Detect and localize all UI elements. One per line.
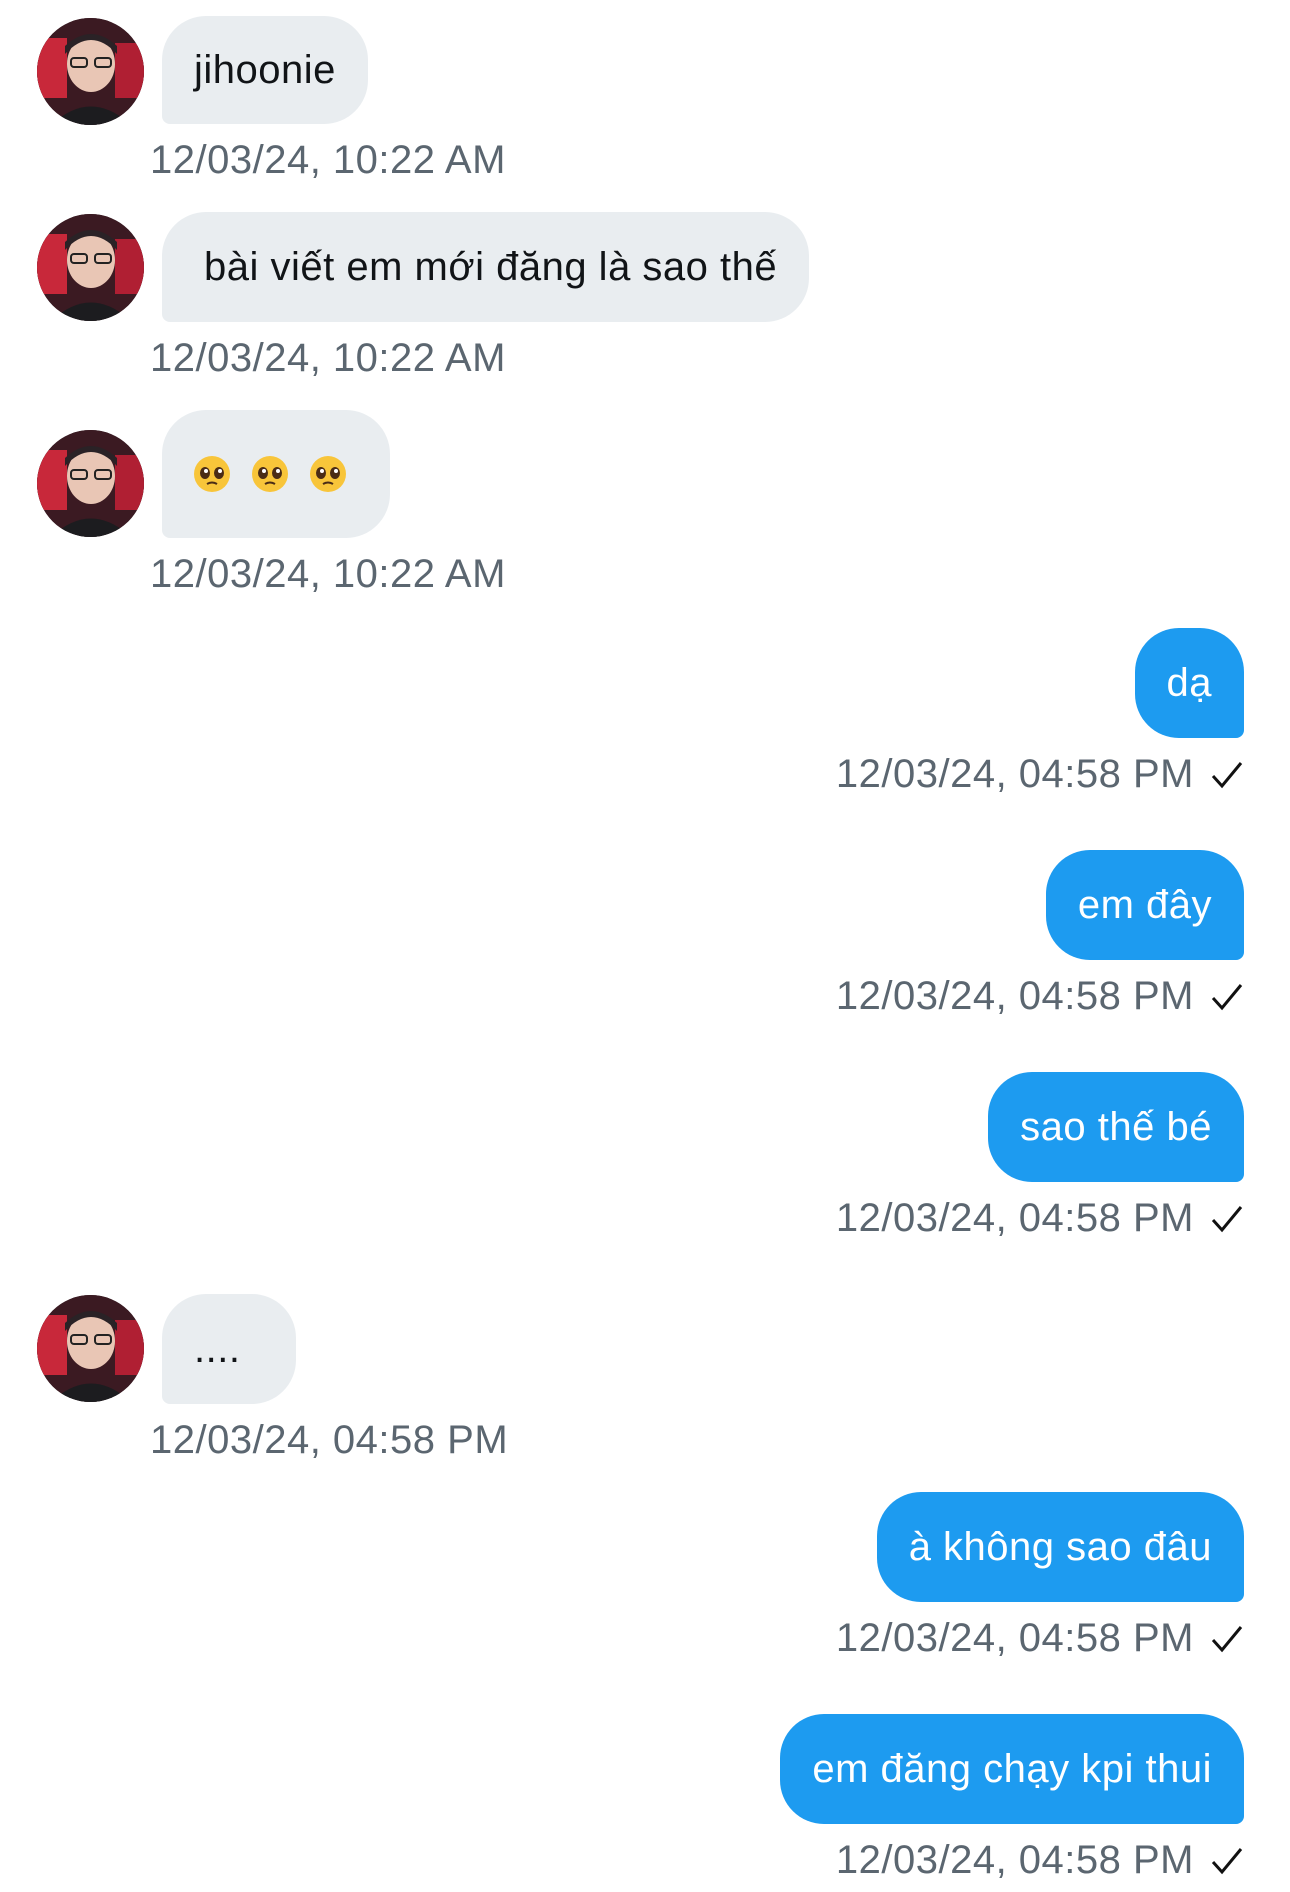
message-bubble-outgoing[interactable]: dạ [1134, 628, 1244, 738]
pleading-face-emoji-icon [310, 456, 346, 492]
message-timestamp-row: 12/03/24, 04:58 PM [836, 1838, 1244, 1883]
avatar[interactable] [37, 1295, 144, 1402]
message-bubble-outgoing[interactable]: em đây [1045, 850, 1244, 960]
message-timestamp: 12/03/24, 04:58 PM [835, 752, 1194, 796]
avatar-photo-icon [37, 430, 144, 537]
message-timestamp: 12/03/24, 10:22 AM [150, 336, 506, 380]
message-timestamp: 12/03/24, 04:58 PM [835, 1616, 1194, 1660]
message-bubble-incoming[interactable]: jihoonie [162, 16, 368, 124]
message-timestamp-row: 12/03/24, 04:58 PM [836, 752, 1244, 797]
message-bubble-outgoing[interactable]: à không sao đâu [876, 1492, 1244, 1602]
message-timestamp-row: 12/03/24, 04:58 PM [836, 974, 1244, 1019]
checkmark-icon [1211, 1625, 1243, 1652]
message-bubble-incoming[interactable] [162, 410, 390, 538]
message-timestamp: 12/03/24, 10:22 AM [150, 138, 506, 182]
message-text: à không sao đâu [908, 1524, 1212, 1569]
checkmark-icon [1211, 983, 1243, 1010]
message-text: dạ [1166, 660, 1212, 705]
message-timestamp: 12/03/24, 04:58 PM [835, 974, 1194, 1018]
avatar-photo-icon [37, 1295, 144, 1402]
message-bubble-incoming[interactable]: .... [162, 1294, 297, 1404]
message-text: .... [194, 1326, 241, 1371]
emoji-row [192, 454, 348, 494]
checkmark-icon [1211, 761, 1243, 788]
avatar[interactable] [37, 430, 144, 537]
message-bubble-outgoing[interactable]: sao thế bé [988, 1072, 1244, 1182]
message-thread: jihoonie 12/03/24, 10:22 AM bài viết em … [0, 0, 1290, 1892]
checkmark-icon [1211, 1205, 1243, 1232]
message-text: jihoonie [194, 47, 336, 92]
message-timestamp: 12/03/24, 04:58 PM [835, 1196, 1194, 1240]
message-timestamp: 12/03/24, 04:58 PM [835, 1838, 1194, 1882]
message-timestamp: 12/03/24, 10:22 AM [150, 552, 506, 596]
message-text: em đây [1077, 882, 1212, 927]
avatar-photo-icon [37, 18, 144, 125]
message-timestamp: 12/03/24, 04:58 PM [150, 1418, 509, 1462]
message-bubble-outgoing[interactable]: em đăng chạy kpi thui [780, 1714, 1244, 1824]
message-bubble-incoming[interactable]: bài viết em mới đăng là sao thế [162, 212, 810, 322]
avatar[interactable] [37, 214, 144, 321]
checkmark-icon [1211, 1847, 1243, 1874]
message-timestamp-row: 12/03/24, 04:58 PM [836, 1616, 1244, 1661]
pleading-face-emoji-icon [252, 456, 288, 492]
message-text: em đăng chạy kpi thui [812, 1746, 1212, 1791]
message-text: bài viết em mới đăng là sao thế [204, 244, 778, 289]
message-text: sao thế bé [1020, 1104, 1212, 1149]
pleading-face-emoji-icon [194, 456, 230, 492]
avatar-photo-icon [37, 214, 144, 321]
avatar[interactable] [37, 18, 144, 125]
message-timestamp-row: 12/03/24, 04:58 PM [836, 1196, 1244, 1241]
